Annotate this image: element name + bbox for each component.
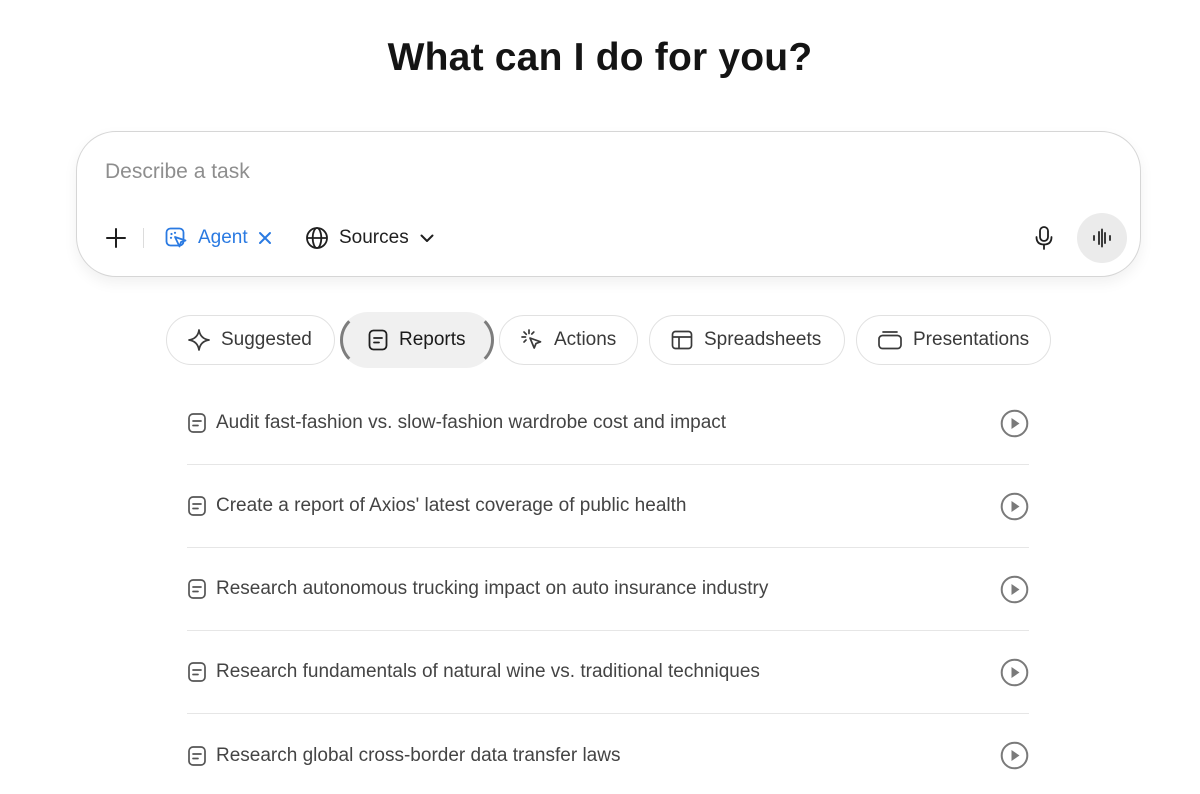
sources-dropdown[interactable]: Sources bbox=[305, 222, 435, 254]
document-icon bbox=[188, 745, 206, 766]
cursor-click-icon bbox=[521, 329, 542, 349]
tab-label: Suggested bbox=[221, 329, 312, 350]
task-label: Research global cross-border data transf… bbox=[216, 744, 621, 766]
play-icon[interactable] bbox=[1000, 741, 1029, 770]
tab-presentations[interactable]: Presentations bbox=[856, 315, 1051, 365]
task-input[interactable] bbox=[105, 152, 1105, 192]
play-icon[interactable] bbox=[1000, 658, 1029, 687]
task-composer bbox=[76, 131, 1141, 277]
tab-label: Actions bbox=[554, 329, 617, 350]
document-icon bbox=[368, 329, 388, 351]
chevron-down-icon bbox=[420, 234, 434, 242]
tab-actions[interactable]: Actions bbox=[499, 315, 638, 365]
close-icon bbox=[258, 232, 271, 244]
document-icon bbox=[188, 496, 206, 516]
page-title: What can I do for you? bbox=[387, 36, 813, 79]
list-item[interactable]: Create a report of Axios' latest coverag… bbox=[187, 465, 1029, 548]
play-icon[interactable] bbox=[1000, 492, 1029, 521]
sparkle-icon bbox=[188, 329, 210, 351]
play-icon[interactable] bbox=[1000, 409, 1029, 438]
list-item[interactable]: Research global cross-border data transf… bbox=[187, 714, 1029, 794]
task-label: Audit fast-fashion vs. slow-fashion ward… bbox=[216, 412, 727, 433]
plus-icon bbox=[106, 228, 126, 248]
globe-icon bbox=[306, 227, 328, 249]
slides-icon bbox=[878, 331, 902, 350]
toolbar-divider bbox=[143, 228, 144, 248]
play-icon[interactable] bbox=[1000, 575, 1029, 604]
task-suggestion-list: Audit fast-fashion vs. slow-fashion ward… bbox=[187, 382, 1029, 794]
agent-label: Agent bbox=[198, 227, 248, 248]
document-icon bbox=[188, 413, 206, 433]
table-icon bbox=[671, 330, 693, 350]
list-item[interactable]: Research autonomous trucking impact on a… bbox=[187, 548, 1029, 631]
list-item[interactable]: Audit fast-fashion vs. slow-fashion ward… bbox=[187, 382, 1029, 465]
tab-label: Spreadsheets bbox=[704, 329, 822, 350]
list-item[interactable]: Research fundamentals of natural wine vs… bbox=[187, 631, 1029, 714]
audio-waveform-icon bbox=[1093, 228, 1111, 248]
microphone-icon bbox=[1035, 226, 1053, 250]
agent-chip[interactable]: Agent bbox=[164, 222, 272, 254]
page: What can I do for you? Agent S bbox=[0, 0, 1200, 794]
task-label: Create a report of Axios' latest coverag… bbox=[216, 495, 687, 516]
task-label: Research autonomous trucking impact on a… bbox=[216, 578, 769, 599]
tab-reports[interactable]: Reports bbox=[340, 312, 494, 368]
tab-suggested[interactable]: Suggested bbox=[166, 315, 335, 365]
sources-label: Sources bbox=[339, 227, 409, 248]
task-label: Research fundamentals of natural wine vs… bbox=[216, 661, 760, 682]
tab-label: Presentations bbox=[913, 329, 1030, 350]
tab-spreadsheets[interactable]: Spreadsheets bbox=[649, 315, 845, 365]
microphone-button[interactable] bbox=[1030, 224, 1058, 252]
document-icon bbox=[188, 662, 206, 682]
voice-mode-button[interactable] bbox=[1077, 213, 1127, 263]
agent-cursor-icon bbox=[165, 227, 187, 248]
tab-label: Reports bbox=[399, 329, 466, 350]
agent-remove-button[interactable] bbox=[258, 231, 272, 245]
document-icon bbox=[188, 579, 206, 599]
add-button[interactable] bbox=[102, 224, 130, 252]
